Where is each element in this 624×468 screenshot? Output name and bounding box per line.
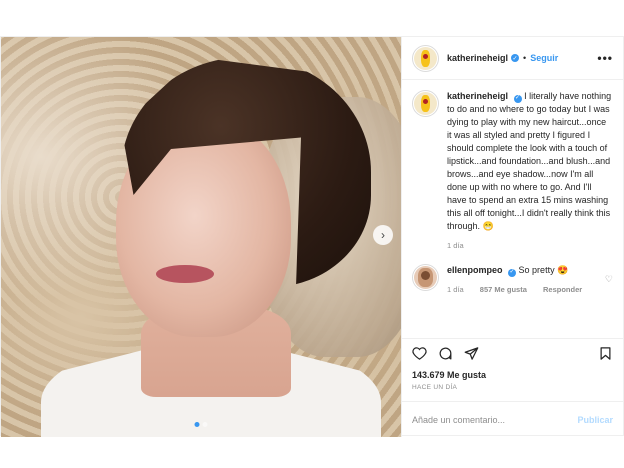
follow-button[interactable]: Seguir xyxy=(530,53,558,63)
caption-meta: 1 día xyxy=(447,239,613,252)
publish-button[interactable]: Publicar xyxy=(577,415,613,425)
verified-badge-icon: ✓ xyxy=(513,94,522,103)
share-icon[interactable] xyxy=(464,346,479,361)
carousel-dot xyxy=(202,422,208,427)
likes-count[interactable]: 143.679 Me gusta xyxy=(402,370,623,380)
photo-lips xyxy=(156,265,214,283)
post-time: HACE UN DÍA xyxy=(412,384,458,391)
instagram-post: › katherineheigl ✓ • Seguir ••• katherin… xyxy=(0,36,624,437)
comment-likes[interactable]: 857 Me gusta xyxy=(480,285,527,294)
author-username[interactable]: katherineheigl xyxy=(447,53,508,63)
post-header: katherineheigl ✓ • Seguir ••• xyxy=(402,37,623,80)
verified-badge-icon: ✓ xyxy=(508,268,517,277)
bookmark-icon[interactable] xyxy=(598,346,613,361)
comment-time: 1 día xyxy=(447,285,464,294)
comment-icon[interactable] xyxy=(438,346,453,361)
comment-row: ellenpompeo ✓ So pretty 😍 1 día 857 Me g… xyxy=(412,264,613,296)
heart-icon[interactable] xyxy=(412,346,427,361)
carousel-dot-active xyxy=(194,422,200,427)
caption-time: 1 día xyxy=(447,241,464,250)
caption-avatar[interactable] xyxy=(412,90,439,117)
action-bar xyxy=(402,338,623,368)
author-avatar[interactable] xyxy=(412,44,439,72)
reply-button[interactable]: Responder xyxy=(543,285,582,294)
more-options-icon[interactable]: ••• xyxy=(597,51,613,65)
carousel-dots xyxy=(194,422,208,427)
comment-input[interactable]: Añade un comentario... xyxy=(412,415,505,425)
comment-text: So pretty 😍 xyxy=(518,265,569,275)
commenter-avatar[interactable] xyxy=(412,264,439,291)
comment-like-heart-icon[interactable]: ♡ xyxy=(605,274,613,285)
comment-meta: 1 día 857 Me gusta Responder xyxy=(447,283,597,296)
comments-section: katherineheigl ✓ I literally have nothin… xyxy=(402,80,623,338)
comment: ellenpompeo ✓ So pretty 😍 1 día 857 Me g… xyxy=(447,264,597,296)
chevron-right-icon[interactable]: › xyxy=(373,225,393,245)
caption: katherineheigl ✓ I literally have nothin… xyxy=(447,90,613,252)
caption-username[interactable]: katherineheigl xyxy=(447,91,508,101)
header-separator: • xyxy=(523,53,527,63)
add-comment-bar: Añade un comentario... Publicar xyxy=(402,401,623,437)
post-photo[interactable]: › xyxy=(1,37,401,437)
caption-row: katherineheigl ✓ I literally have nothin… xyxy=(412,90,613,252)
caption-text: I literally have nothing to do and no wh… xyxy=(447,91,612,231)
post-side-panel: katherineheigl ✓ • Seguir ••• katherineh… xyxy=(401,37,623,437)
verified-badge-icon: ✓ xyxy=(511,54,520,62)
commenter-username[interactable]: ellenpompeo xyxy=(447,265,503,275)
